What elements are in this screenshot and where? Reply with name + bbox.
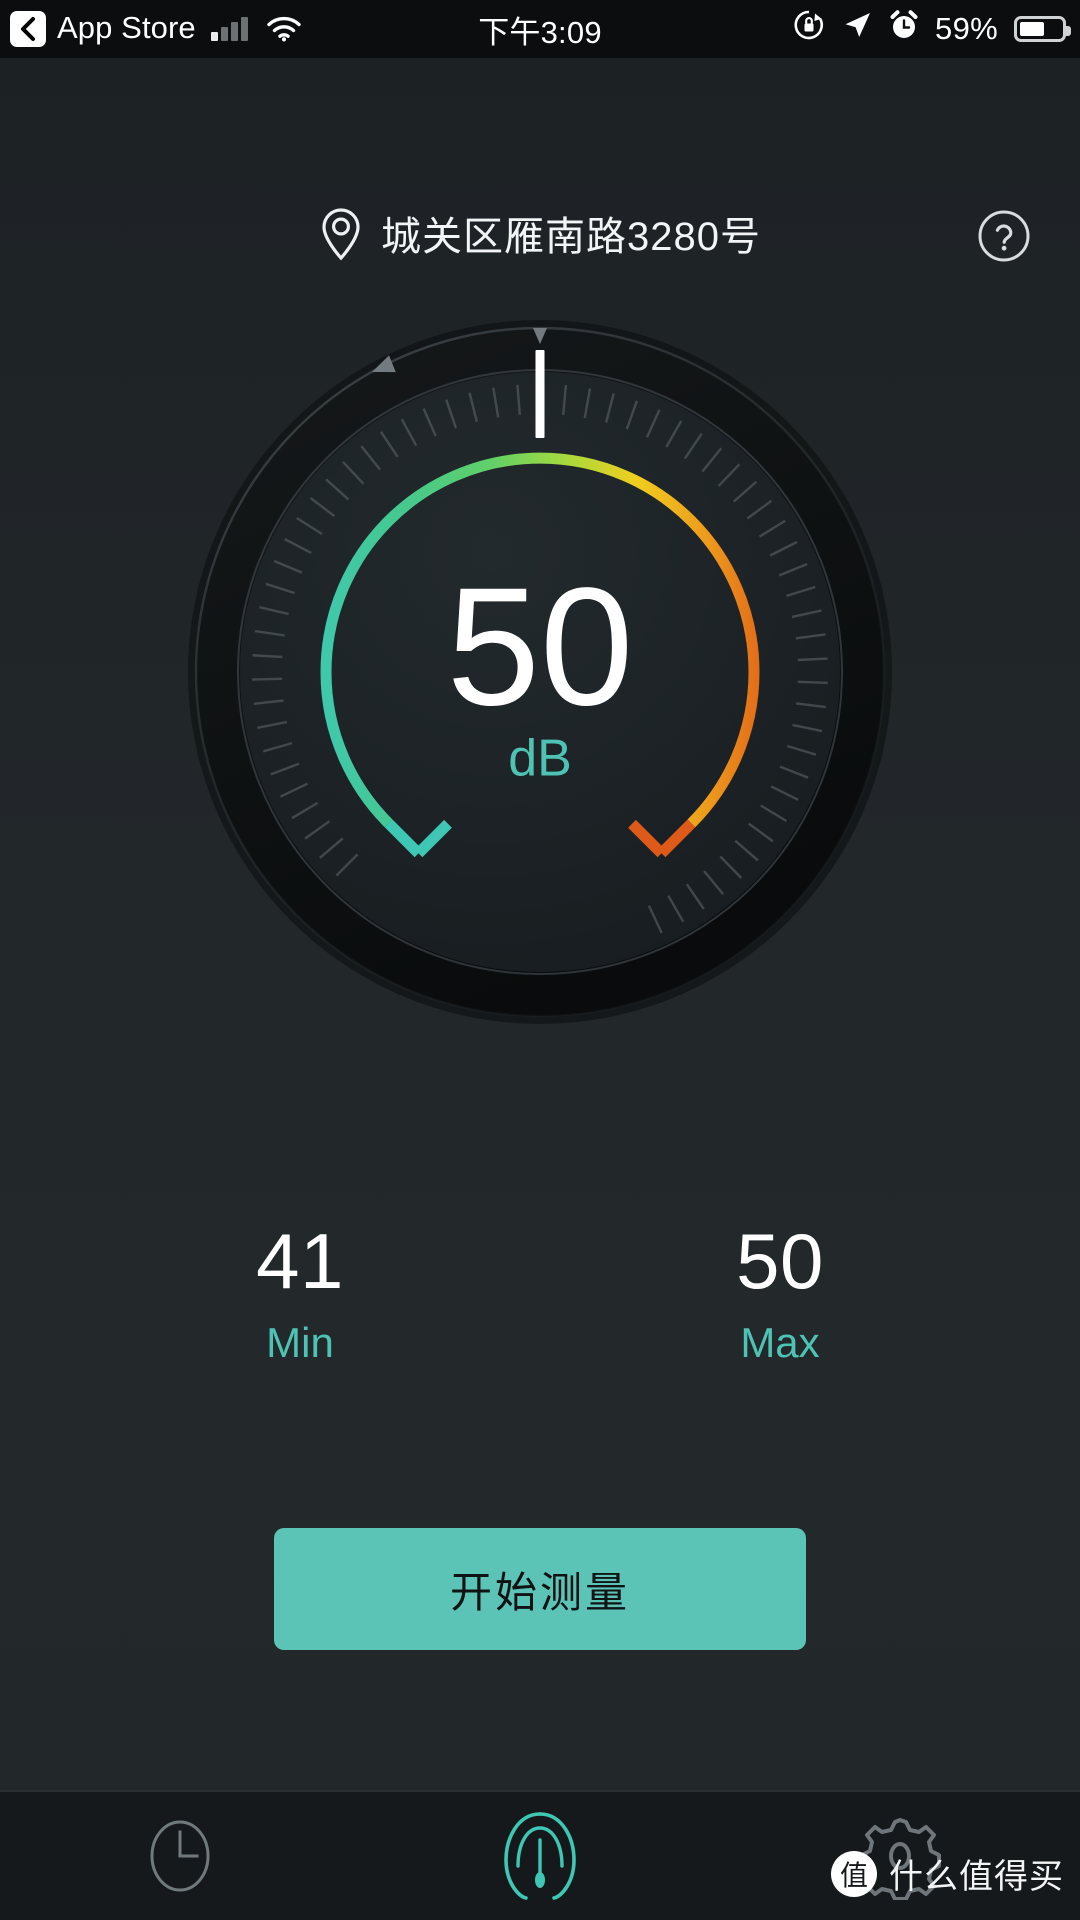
battery-icon [1014,16,1071,42]
stat-min-value: 41 [256,1217,344,1305]
tab-history[interactable] [0,1792,360,1920]
stat-min: 41 Min [185,1222,415,1364]
gauge-value: 50 [447,552,634,740]
tab-meter[interactable] [360,1792,720,1920]
app-root: App Store 下午3:09 59% 城关区雁南路3280号 50 dB 4… [0,0,1080,1920]
start-measure-button[interactable]: 开始测量 [274,1528,806,1650]
status-bar: App Store 下午3:09 59% [0,0,1080,58]
gauge-unit: dB [508,730,572,788]
rotation-lock-icon [793,9,825,49]
bottom-tab-bar [0,1790,1080,1920]
battery-percent-label: 59% [935,11,998,46]
status-bar-right: 59% [793,9,1071,49]
tab-settings[interactable] [720,1792,1080,1920]
gear-icon [856,1812,944,1900]
question-mark-circle-icon [976,208,1032,269]
stat-max-value: 50 [736,1217,824,1305]
page-header: 城关区雁南路3280号 [0,58,1080,288]
location-row[interactable]: 城关区雁南路3280号 [0,206,1080,267]
location-arrow-icon [841,9,873,49]
help-button[interactable] [976,210,1032,266]
location-label: 城关区雁南路3280号 [381,214,761,259]
stat-max: 50 Max [665,1222,895,1364]
sound-level-gauge: 50 dB [180,312,900,1032]
stat-max-label: Max [740,1319,820,1366]
stat-min-label: Min [266,1319,334,1366]
alarm-clock-icon [889,9,919,49]
gauge-icon [500,1808,580,1904]
gauge-needle [535,350,545,438]
clock-icon [140,1810,220,1902]
min-max-row: 41 Min 50 Max [0,1222,1080,1364]
map-pin-icon [319,206,363,267]
